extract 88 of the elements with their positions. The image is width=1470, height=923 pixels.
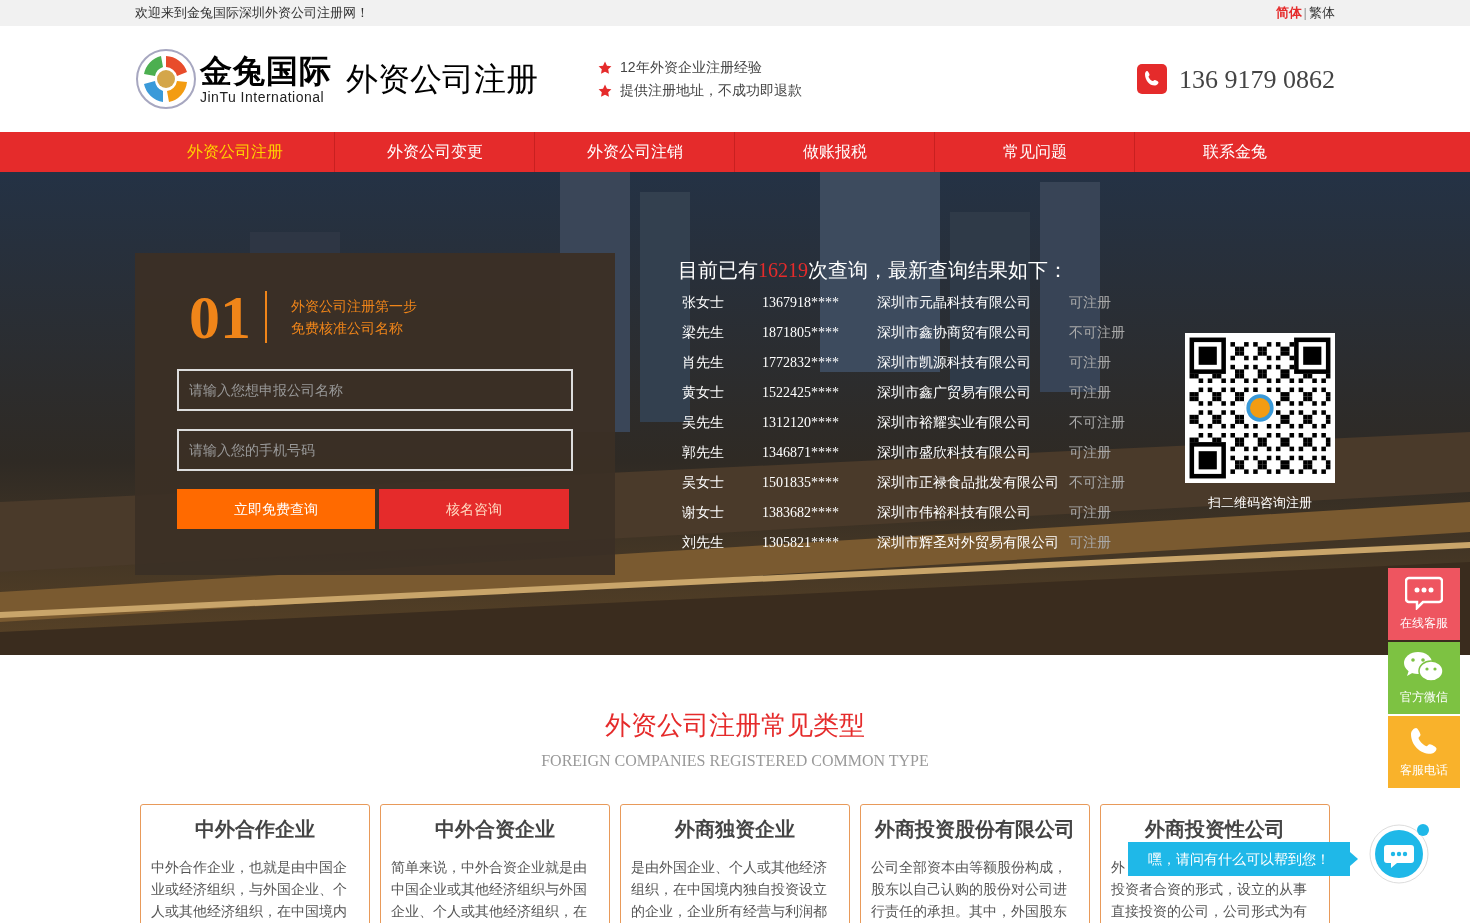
card-text-line: 业或经济组织，与外国企业、个	[151, 880, 347, 899]
input-field[interactable]: 请输入您的手机号码	[177, 429, 573, 471]
input-field[interactable]: 请输入您想申报公司名称	[177, 369, 573, 411]
phone-number: 136 9179 0862	[1179, 63, 1335, 96]
table-cell-text: 深圳市凯源科技有限公司	[877, 352, 1032, 372]
section-title: 外资公司注册常见类型	[605, 709, 865, 742]
nav-item[interactable]: 联系金兔	[1135, 132, 1335, 172]
table-cell-text: 深圳市元晶科技有限公司	[877, 292, 1032, 312]
consult-button[interactable]: 核名咨询	[379, 489, 569, 529]
card-text-line: 中外合作企业，也就是由中国企	[151, 858, 347, 877]
table-cell-text: 可注册	[1069, 442, 1111, 462]
table-cell-text: 不可注册	[1069, 412, 1125, 432]
table-cell-text: 吴女士	[682, 472, 725, 492]
card-text-line: 人或其他经济组织，在中国境内	[151, 902, 347, 921]
language-link[interactable]: 繁体	[1309, 3, 1335, 23]
table-cell-text: 吴先生	[682, 412, 725, 432]
feature-text: 提供注册地址，不成功即退款	[620, 81, 802, 100]
separator-text: |	[1303, 4, 1307, 23]
table-cell-text: 黄女士	[682, 382, 725, 402]
card-text-line: 股东以自己认购的股份对公司进	[871, 880, 1067, 899]
card-text-line: 外	[1111, 858, 1125, 877]
table-cell-text: 刘先生	[682, 532, 725, 552]
table-cell-text: 1871805****	[762, 323, 840, 342]
table-cell-text: 不可注册	[1069, 472, 1125, 492]
card-title: 外商独资企业	[675, 818, 795, 840]
table-cell-text: 郭先生	[682, 442, 725, 462]
table-cell-text: 深圳市盛欣科技有限公司	[877, 442, 1032, 462]
logo-icon	[135, 48, 197, 110]
table-cell-text: 1522425****	[762, 383, 840, 402]
table-cell-text: 1501835****	[762, 473, 840, 492]
card-text-line: 是由外国企业、个人或其他经济	[631, 858, 827, 877]
results-heading: 目前已有16219次查询，最新查询结果如下：	[678, 258, 1069, 283]
table-cell-text: 深圳市正禄食品批发有限公司	[877, 472, 1060, 492]
float-button[interactable]: 在线客服	[1388, 568, 1460, 640]
card-text-line: 直接投资的公司，公司形式为有	[1111, 902, 1307, 921]
tagline-text: 外资公司注册	[346, 60, 538, 99]
section-subtitle: FOREIGN COMPANIES REGISTERED COMMON TYPE	[541, 751, 929, 771]
step-title: 外资公司注册第一步	[291, 297, 417, 316]
table-cell-text: 张女士	[682, 292, 725, 312]
card-title: 外商投资性公司	[1145, 818, 1285, 840]
card-text-line: 公司全部资本由等额股份构成，	[871, 858, 1067, 877]
table-cell-text: 可注册	[1069, 502, 1111, 522]
table-cell-text: 1305821****	[762, 533, 840, 552]
step-number: 01	[189, 285, 251, 349]
card-text-line: 行责任的承担。其中，外国股东	[871, 902, 1067, 921]
card-text-line: 组织，在中国境内独自投资设立	[631, 880, 827, 899]
card-text-line: 企业、个人或其他经济组织，在	[391, 902, 587, 921]
query-button[interactable]: 立即免费查询	[177, 489, 375, 529]
table-cell-text: 深圳市裕耀实业有限公司	[877, 412, 1032, 432]
table-cell-text: 1383682****	[762, 503, 840, 522]
table-cell-text: 可注册	[1069, 532, 1111, 552]
welcome-text: 欢迎来到金兔国际深圳外资公司注册网！	[135, 4, 369, 23]
table-cell-text: 可注册	[1069, 382, 1111, 402]
star-icon	[598, 60, 612, 75]
logo-english: JinTu International	[200, 89, 326, 105]
table-cell-text: 可注册	[1069, 352, 1111, 372]
qr-caption: 扫二维码咨询注册	[1208, 494, 1312, 512]
chat-bubble: 嘿，请问有什么可以帮到您！	[1128, 842, 1350, 876]
card-text-line: 投资者合资的形式，设立的从事	[1111, 880, 1307, 899]
table-cell-text: 可注册	[1069, 292, 1111, 312]
wechat-icon	[1403, 650, 1445, 684]
float-button[interactable]: 官方微信	[1388, 642, 1460, 714]
table-cell-text: 深圳市伟裕科技有限公司	[877, 502, 1032, 522]
table-cell-text: 深圳市辉圣对外贸易有限公司	[877, 532, 1060, 552]
table-cell-text: 深圳市鑫广贸易有限公司	[877, 382, 1032, 402]
card-title: 中外合作企业	[195, 818, 315, 840]
chat-icon	[1405, 576, 1443, 610]
card-text-line: 简单来说，中外合资企业就是由	[391, 858, 587, 877]
table-cell-text: 肖先生	[682, 352, 725, 372]
table-cell-text: 不可注册	[1069, 322, 1125, 342]
table-cell-text: 深圳市鑫协商贸有限公司	[877, 322, 1032, 342]
phone-icon	[1137, 64, 1167, 94]
logo-name: 金兔国际	[200, 53, 332, 89]
feature-text: 12年外资企业注册经验	[620, 58, 762, 77]
table-cell-text: 梁先生	[682, 322, 725, 342]
card-text-line: 的企业，企业所有经营与利润都	[631, 902, 827, 921]
bubble-pointer	[1350, 852, 1358, 866]
table-cell-text: 谢女士	[682, 502, 725, 522]
star-icon	[598, 83, 612, 98]
card-title: 中外合资企业	[435, 818, 555, 840]
table-cell-text: 1346871****	[762, 443, 840, 462]
table-cell-text: 1367918****	[762, 293, 840, 312]
step-subtitle: 免费核准公司名称	[291, 319, 404, 338]
card-text-line: 中国企业或其他经济组织与外国	[391, 880, 587, 899]
card-title: 外商投资股份有限公司	[875, 818, 1075, 840]
language-link[interactable]: 简体	[1275, 3, 1302, 23]
table-cell-text: 1312120****	[762, 413, 840, 432]
table-cell-text: 1772832****	[762, 353, 840, 372]
